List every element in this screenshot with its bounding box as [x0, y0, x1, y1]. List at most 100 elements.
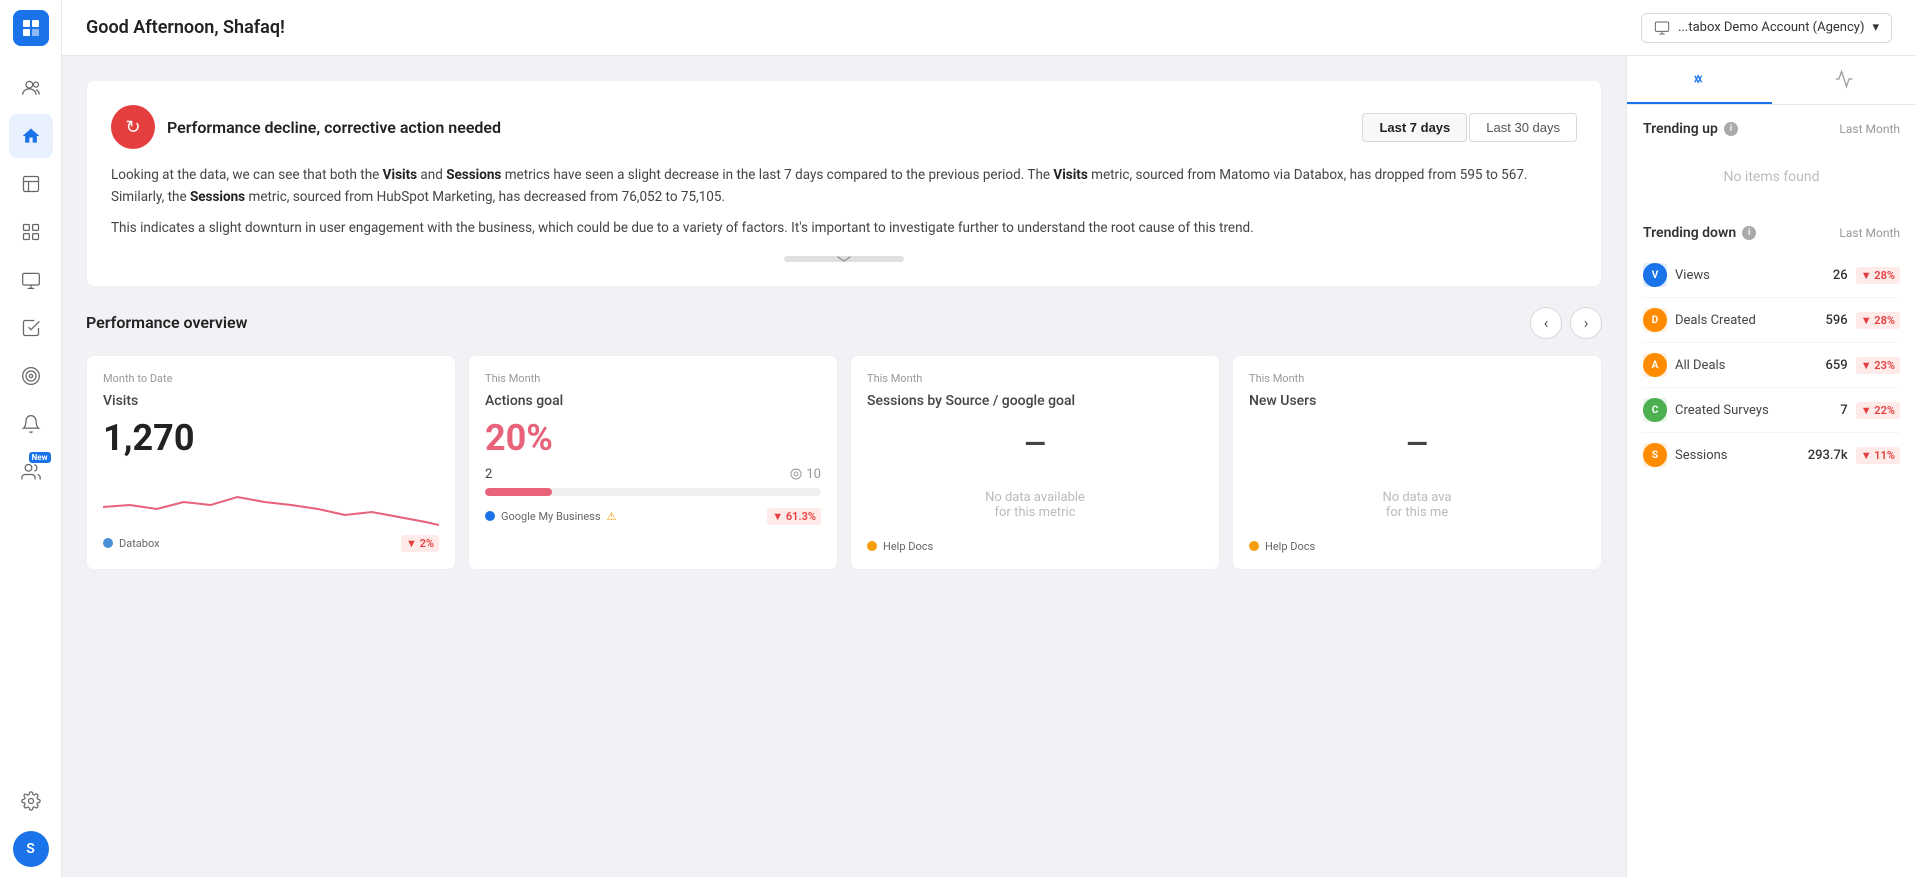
- trending-item: S Sessions 293.7k ▼ 11%: [1643, 433, 1900, 477]
- source-name: Databox: [119, 537, 160, 550]
- actions-goal-card: This Month Actions goal 20% 2 10: [468, 355, 838, 570]
- sidebar-item-dashboard[interactable]: [9, 210, 53, 254]
- right-panel: Trending up i Last Month No items found …: [1626, 56, 1916, 877]
- sidebar-item-users[interactable]: [9, 66, 53, 110]
- card-title: Sessions by Source / google goal: [867, 393, 1203, 409]
- trending-item-name: Sessions: [1675, 448, 1800, 463]
- card-period: Month to Date: [103, 372, 439, 385]
- card-value: 20%: [485, 417, 821, 459]
- change-badge: ▼ 61.3%: [767, 508, 821, 525]
- trending-item-icon: C: [1643, 398, 1667, 422]
- trending-up-title: Trending up i: [1643, 121, 1738, 137]
- alert-buttons: Last 7 days Last 30 days: [1362, 113, 1577, 142]
- nav-arrows: ‹ ›: [1530, 307, 1602, 339]
- visits-chart: [103, 467, 439, 527]
- btn-last-30-days[interactable]: Last 30 days: [1469, 113, 1577, 142]
- tab-trending[interactable]: [1627, 56, 1772, 104]
- card-dash: —: [1406, 427, 1427, 460]
- visits-card: Month to Date Visits 1,270 Databox ▼ 2%: [86, 355, 456, 570]
- account-selector[interactable]: ...tabox Demo Account (Agency) ▾: [1641, 13, 1892, 43]
- page-body: ↻ Performance decline, corrective action…: [62, 56, 1916, 877]
- alert-collapse: [111, 256, 1577, 262]
- page-greeting: Good Afternoon, Shafaq!: [86, 17, 285, 38]
- performance-overview: Performance overview ‹ › Month to Date V…: [86, 307, 1602, 570]
- trending-down-info-icon[interactable]: i: [1742, 226, 1756, 240]
- sidebar-item-goals[interactable]: [9, 354, 53, 398]
- trending-down-period: Last Month: [1839, 226, 1900, 240]
- sidebar-item-new-feature[interactable]: New: [9, 450, 53, 494]
- sidebar-item-settings[interactable]: [9, 779, 53, 823]
- trending-item-value: 26: [1833, 268, 1848, 283]
- main-content: Good Afternoon, Shafaq! ...tabox Demo Ac…: [62, 0, 1916, 877]
- trending-down-title: Trending down i: [1643, 225, 1756, 241]
- alert-icon: ↻: [111, 105, 155, 149]
- metrics-cards: Month to Date Visits 1,270 Databox ▼ 2%: [86, 355, 1602, 570]
- perf-header: Performance overview ‹ ›: [86, 307, 1602, 339]
- right-panel-content: Trending up i Last Month No items found …: [1627, 105, 1916, 493]
- trending-down-list: V Views 26 ▼ 28% D Deals Created 596 ▼ 2…: [1643, 253, 1900, 477]
- sidebar-item-metrics[interactable]: [9, 162, 53, 206]
- trending-item-value: 7: [1840, 403, 1847, 418]
- center-panel: ↻ Performance decline, corrective action…: [62, 56, 1626, 877]
- alert-header: ↻ Performance decline, corrective action…: [111, 105, 1577, 149]
- change-badge: ▼ 2%: [401, 535, 439, 552]
- source-name: Google My Business: [501, 510, 601, 523]
- sidebar: New S: [0, 0, 62, 877]
- no-data-text: No data availablefor this metric: [867, 470, 1203, 540]
- trending-item-badge: ▼ 11%: [1856, 447, 1900, 464]
- card-source: Databox ▼ 2%: [103, 535, 439, 552]
- page-header: Good Afternoon, Shafaq! ...tabox Demo Ac…: [62, 0, 1916, 56]
- next-arrow[interactable]: ›: [1570, 307, 1602, 339]
- trending-item-icon: V: [1643, 263, 1667, 287]
- trending-item-badge: ▼ 28%: [1856, 312, 1900, 329]
- sidebar-item-tv[interactable]: [9, 258, 53, 302]
- card-period: This Month: [485, 372, 821, 385]
- warning-icon: ⚠: [607, 510, 617, 523]
- card-value: 1,270: [103, 417, 439, 459]
- card-title: Actions goal: [485, 393, 821, 409]
- trending-item-icon: A: [1643, 353, 1667, 377]
- no-items-text: No items found: [1643, 149, 1900, 205]
- performance-alert: ↻ Performance decline, corrective action…: [86, 80, 1602, 287]
- trending-item-icon: D: [1643, 308, 1667, 332]
- card-period: This Month: [1249, 372, 1585, 385]
- trending-item-name: Deals Created: [1675, 313, 1818, 328]
- goal-target: 10: [790, 467, 821, 482]
- trending-item-badge: ▼ 22%: [1856, 402, 1900, 419]
- trending-item-value: 596: [1826, 313, 1848, 328]
- user-avatar[interactable]: S: [13, 831, 49, 867]
- trending-item: C Created Surveys 7 ▼ 22%: [1643, 388, 1900, 433]
- tab-activity[interactable]: [1772, 56, 1916, 104]
- card-source: Help Docs: [867, 540, 1203, 553]
- chevron-down-icon: ▾: [1872, 20, 1879, 35]
- card-source: Google My Business ⚠ ▼ 61.3%: [485, 508, 821, 525]
- trending-item: V Views 26 ▼ 28%: [1643, 253, 1900, 298]
- trending-down-header: Trending down i Last Month: [1643, 225, 1900, 241]
- trending-up-period: Last Month: [1839, 122, 1900, 136]
- trending-item-badge: ▼ 28%: [1856, 267, 1900, 284]
- goal-current: 2: [485, 467, 492, 482]
- source-name: Help Docs: [883, 540, 933, 553]
- trending-item-badge: ▼ 23%: [1856, 357, 1900, 374]
- sidebar-item-alerts[interactable]: [9, 402, 53, 446]
- card-period: This Month: [867, 372, 1203, 385]
- progress-fill: [485, 488, 552, 496]
- trending-item-value: 659: [1826, 358, 1848, 373]
- card-source: Help Docs: [1249, 540, 1585, 553]
- trending-item: D Deals Created 596 ▼ 28%: [1643, 298, 1900, 343]
- new-users-card: This Month New Users — No data avafor th…: [1232, 355, 1602, 570]
- prev-arrow[interactable]: ‹: [1530, 307, 1562, 339]
- trending-item: A All Deals 659 ▼ 23%: [1643, 343, 1900, 388]
- sidebar-item-home[interactable]: [9, 114, 53, 158]
- source-name: Help Docs: [1265, 540, 1315, 553]
- app-logo[interactable]: [13, 10, 49, 46]
- new-badge: New: [29, 452, 51, 463]
- collapse-handle[interactable]: [784, 256, 904, 262]
- btn-last-7-days[interactable]: Last 7 days: [1362, 113, 1467, 142]
- trending-up-info-icon[interactable]: i: [1724, 122, 1738, 136]
- right-panel-tabs: [1627, 56, 1916, 105]
- sidebar-item-scorecard[interactable]: [9, 306, 53, 350]
- sessions-source-card: This Month Sessions by Source / google g…: [850, 355, 1220, 570]
- alert-title-row: ↻ Performance decline, corrective action…: [111, 105, 501, 149]
- alert-body: Looking at the data, we can see that bot…: [111, 165, 1577, 240]
